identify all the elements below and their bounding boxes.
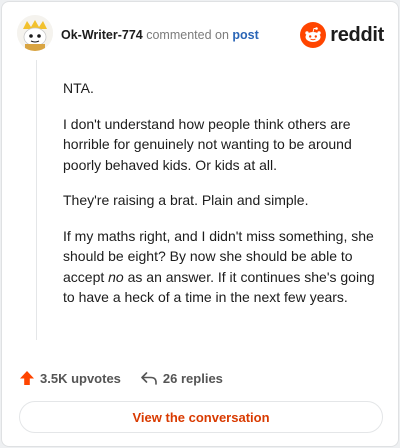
post-link[interactable]: post [232, 28, 258, 42]
reddit-snoo-logo-icon [300, 22, 327, 48]
thread-line [36, 60, 37, 340]
username-link[interactable]: Ok-Writer-774 [61, 28, 143, 42]
commented-on-text: commented on [146, 28, 229, 42]
upvote-button[interactable]: 3.5K upvotes [19, 370, 121, 386]
reply-arrow-icon [141, 372, 157, 385]
comment-card: Ok-Writer-774 commented on post reddit N… [1, 1, 399, 447]
comment-header: Ok-Writer-774 commented on post reddit [17, 15, 384, 55]
comment-paragraph: If my maths right, and I didn't miss som… [63, 226, 381, 308]
upvote-arrow-icon [20, 371, 34, 385]
emphasis-text: no [108, 268, 124, 285]
comment-body: NTA. I don't understand how people think… [63, 78, 381, 323]
snoo-avatar-icon[interactable] [17, 15, 53, 51]
comment-attribution: Ok-Writer-774 commented on post [61, 28, 259, 42]
comment-paragraph: I don't understand how people think othe… [63, 115, 352, 173]
view-conversation-button[interactable]: View the conversation [19, 401, 383, 433]
upvote-count: 3.5K upvotes [40, 370, 121, 386]
comment-paragraph: NTA. [63, 80, 94, 96]
reply-count: 26 replies [162, 370, 223, 386]
comment-footer: 3.5K upvotes 26 replies [19, 368, 223, 388]
replies-button[interactable]: 26 replies [140, 370, 223, 386]
reddit-logo[interactable]: reddit [300, 21, 384, 49]
comment-paragraph: They're raising a brat. Plain and simple… [63, 192, 309, 208]
reddit-wordmark: reddit [330, 23, 384, 46]
